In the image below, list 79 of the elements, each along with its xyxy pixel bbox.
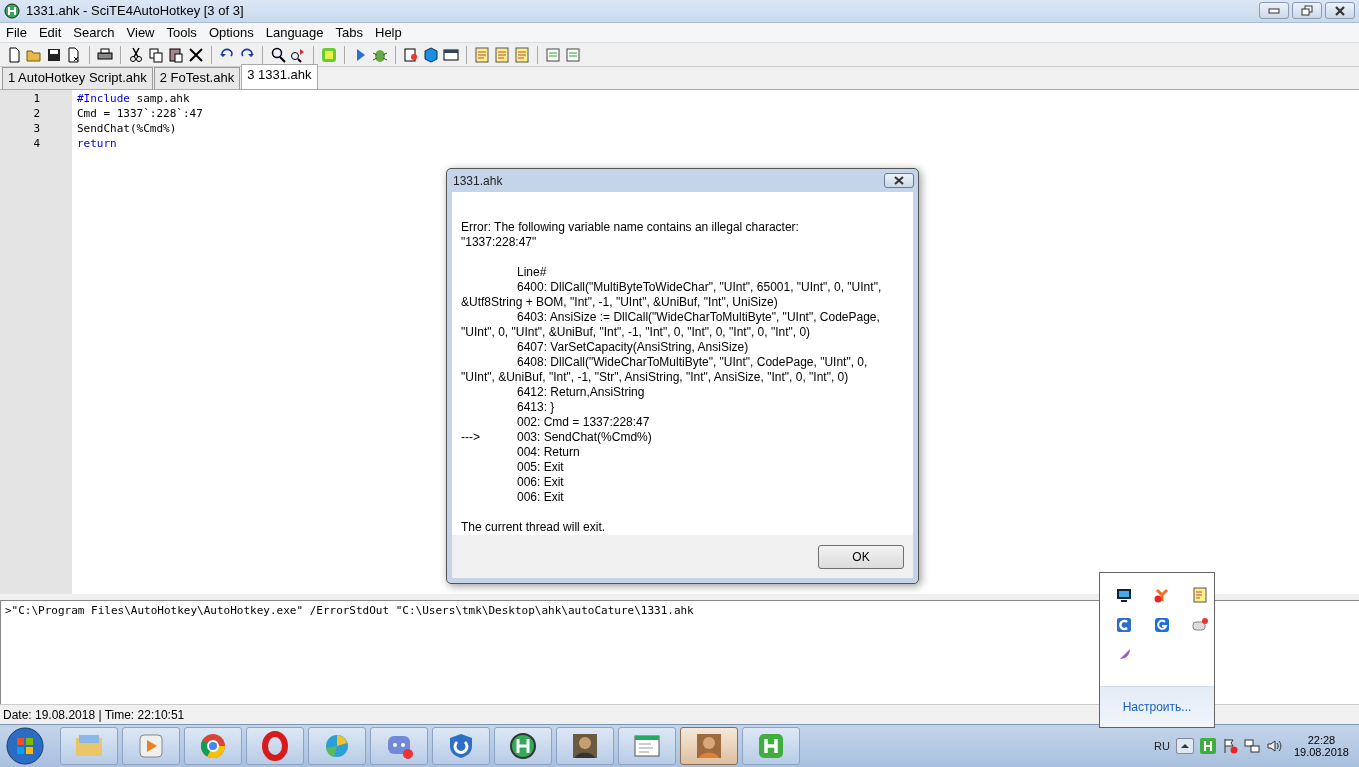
code-line: 004: Return [516,445,581,461]
restore-button[interactable] [1292,2,1322,20]
line-number: 2 [32,107,40,123]
menu-item[interactable]: Help [369,24,408,40]
menu-item[interactable]: File [0,24,33,40]
tab[interactable]: 3 1331.ahk [241,64,318,90]
window-icon[interactable] [443,46,459,63]
code-line: 006: Exit [516,490,565,506]
dialog-message: The current thread will exit. [461,520,607,536]
minimize-icon [1268,7,1280,14]
cube-icon[interactable] [423,46,439,63]
taskbar-button[interactable] [494,727,552,766]
code-line: SendChat(%Cmd%) [77,122,178,138]
dialog-title: 1331.ahk [453,173,504,188]
app-icon [4,2,20,19]
close-button[interactable] [884,173,914,189]
flag-error-icon[interactable] [1221,738,1238,755]
letter-h-icon[interactable] [1199,738,1216,755]
code-line: Cmd = 1337`:228`:47 [77,107,203,123]
code-line: 6413: } [516,400,556,416]
ok-button[interactable]: OK [818,544,904,569]
notepad-icon[interactable] [1192,587,1208,603]
minimize-button[interactable] [1259,2,1289,20]
document-icon[interactable] [545,46,561,63]
code-line: 6400: DllCall("MultiByteToWideChar", "UInt", 65001, "UInt", 0, "UInt", &Utf8String + BOM, "Int", -1, "UInt", &UniBuf, "Int", UniSize) [461,280,883,311]
menu-item[interactable]: Language [259,24,330,40]
code-line: Line# [516,265,548,281]
tab[interactable]: 1 AutoHotkey Script.ahk [2,67,153,90]
menu-item[interactable]: Tools [160,24,203,40]
code-line: 6408: DllCall("WideCharToMultiByte", "UInt", CodePage, "UInt", 0, "UInt", &UniBuf, "Int", -1, "Str", AnsiString, "Int", AnsiSize, "Int", 0, "Int", 0) [461,355,869,386]
code-line: 006: Exit [516,475,565,491]
current-line-marker: ---> [461,430,481,446]
network-icon[interactable] [1243,738,1260,755]
menu-item[interactable]: Search [67,24,121,40]
menu-item[interactable]: Tabs [329,24,369,40]
document-icon[interactable] [565,46,581,63]
line-number: 1 [32,92,40,108]
close-icon [893,176,905,186]
close-icon [1334,5,1346,16]
window-title: 1331.ahk - SciTE4AutoHotkey [3 of 3] [26,3,245,19]
menu-item[interactable]: Edit [32,24,68,40]
clock-time[interactable]: 22:28 [1307,734,1336,747]
close-icon[interactable] [188,46,204,63]
status-text: Date: 19.08.2018 | Time: 22:10:51 [3,707,185,722]
line-number: 4 [32,137,40,153]
tab[interactable]: 2 FoTest.ahk [153,67,241,90]
output-text: >"C:\Program Files\AutoHotkey\AutoHotkey.exe" /ErrorStdOut "C:\Users\tmk\Desktop\ahk\autoCature\1331.ahk [5,603,694,617]
tray-expand-button[interactable] [1175,738,1194,755]
copy-icon[interactable] [148,46,164,63]
letter-g-icon[interactable] [1154,617,1170,633]
line-number: 3 [32,122,40,138]
close-file-icon[interactable] [66,46,82,63]
menu-item[interactable]: View [120,24,161,40]
replace-icon[interactable] [290,46,306,63]
language-indicator[interactable]: RU [1154,740,1170,753]
code-line: 002: Cmd = 1337:228:47 [516,415,651,431]
printer-icon[interactable] [97,46,113,63]
code-line: 005: Exit [516,460,565,476]
error-message: "1337:228:47" [461,235,538,251]
code-line: #Include samp.ahk [77,92,191,108]
code-line: 6407: VarSetCapacity(AnsiString, AnsiSize) [516,340,750,356]
close-button[interactable] [1325,2,1355,20]
clock-date[interactable]: 19.08.2018 [1293,746,1349,759]
menu-item[interactable]: Options [202,24,260,40]
restore-icon [1301,5,1313,17]
code-line: return [77,137,118,153]
code-line: 6412: Return,AnsiString [516,385,646,401]
monitor-icon[interactable] [1116,587,1132,603]
speaker-icon[interactable] [1265,738,1282,755]
scissors-icon[interactable] [128,46,144,63]
clipboard-icon[interactable] [168,46,184,63]
caret-icon [1179,743,1190,750]
code-line: 003: SendChat(%Cmd%) [517,430,652,446]
error-message: Error: The following variable name contains an illegal character: [461,220,800,236]
code-line: 6403: AnsiSize := DllCall("WideCharToMultiByte", "UInt", CodePage, "UInt", 0, "UInt", &UniBuf, "Int", -1, "Int", 0, "Int", 0, "Int", 0, "Int", 0) [461,310,881,341]
search-icon[interactable] [270,46,286,63]
ring-icon [259,730,291,763]
taskbar-button[interactable] [556,727,614,766]
new-file-icon[interactable] [6,46,22,63]
